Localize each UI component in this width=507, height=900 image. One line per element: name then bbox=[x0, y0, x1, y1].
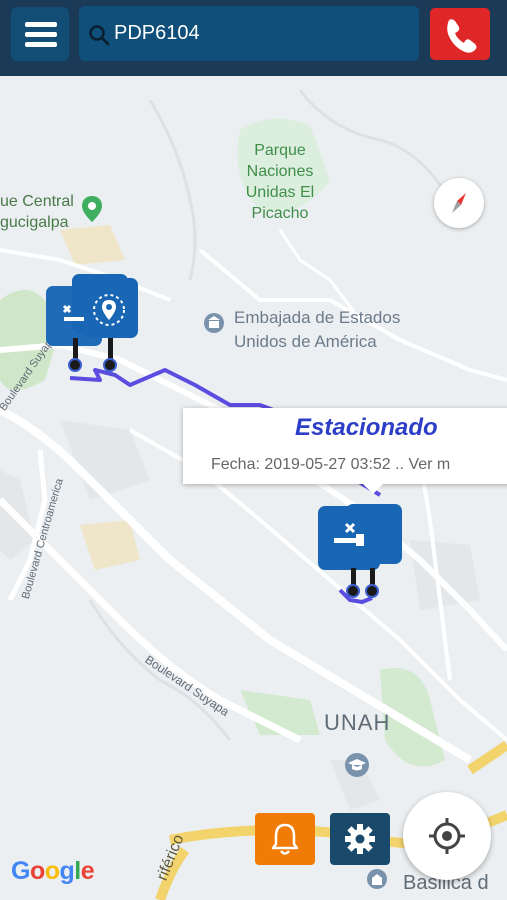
vehicle-marker-cluster-left[interactable] bbox=[46, 274, 146, 384]
popup-status-title: Estacionado bbox=[295, 414, 438, 441]
map-label-central: ue Central gucigalpa bbox=[0, 193, 74, 231]
map-label-embajada: Embajada de Estados Unidos de América bbox=[234, 308, 401, 351]
bell-icon bbox=[271, 823, 299, 855]
popup-date-link[interactable]: Fecha: 2019-05-27 03:52 .. Ver m bbox=[211, 456, 450, 474]
call-button[interactable] bbox=[430, 8, 490, 60]
settings-button[interactable] bbox=[330, 813, 390, 865]
my-location-button[interactable] bbox=[403, 792, 491, 880]
map-view[interactable]: Parque Naciones Unidas El Picacho ue Cen… bbox=[0, 76, 507, 900]
key-icon bbox=[62, 304, 84, 321]
google-logo: Google bbox=[11, 857, 95, 885]
gear-icon bbox=[345, 824, 375, 854]
search-field[interactable]: PDP6104 bbox=[79, 6, 419, 61]
menu-icon bbox=[25, 22, 57, 27]
embassy-icon bbox=[204, 313, 224, 333]
search-icon bbox=[89, 25, 110, 46]
search-input[interactable]: PDP6104 bbox=[114, 22, 200, 45]
locate-icon bbox=[429, 818, 465, 854]
menu-button[interactable] bbox=[11, 7, 69, 61]
park-pin-icon bbox=[82, 196, 102, 222]
map-label-unah: UNAH bbox=[324, 710, 391, 735]
church-icon bbox=[367, 869, 387, 889]
phone-icon bbox=[447, 19, 477, 53]
compass-icon bbox=[452, 193, 466, 213]
key-icon bbox=[334, 522, 364, 546]
university-icon bbox=[345, 753, 369, 777]
top-bar: PDP6104 bbox=[0, 0, 507, 76]
compass-button[interactable] bbox=[434, 178, 484, 228]
map-label-parque: Parque Naciones Unidas El Picacho bbox=[245, 142, 315, 222]
vehicle-info-popup[interactable]: Estacionado Fecha: 2019-05-27 03:52 .. V… bbox=[183, 408, 507, 494]
alerts-button[interactable] bbox=[255, 813, 315, 865]
vehicle-marker-cluster-right[interactable] bbox=[318, 502, 418, 612]
location-pin-icon bbox=[93, 294, 125, 326]
